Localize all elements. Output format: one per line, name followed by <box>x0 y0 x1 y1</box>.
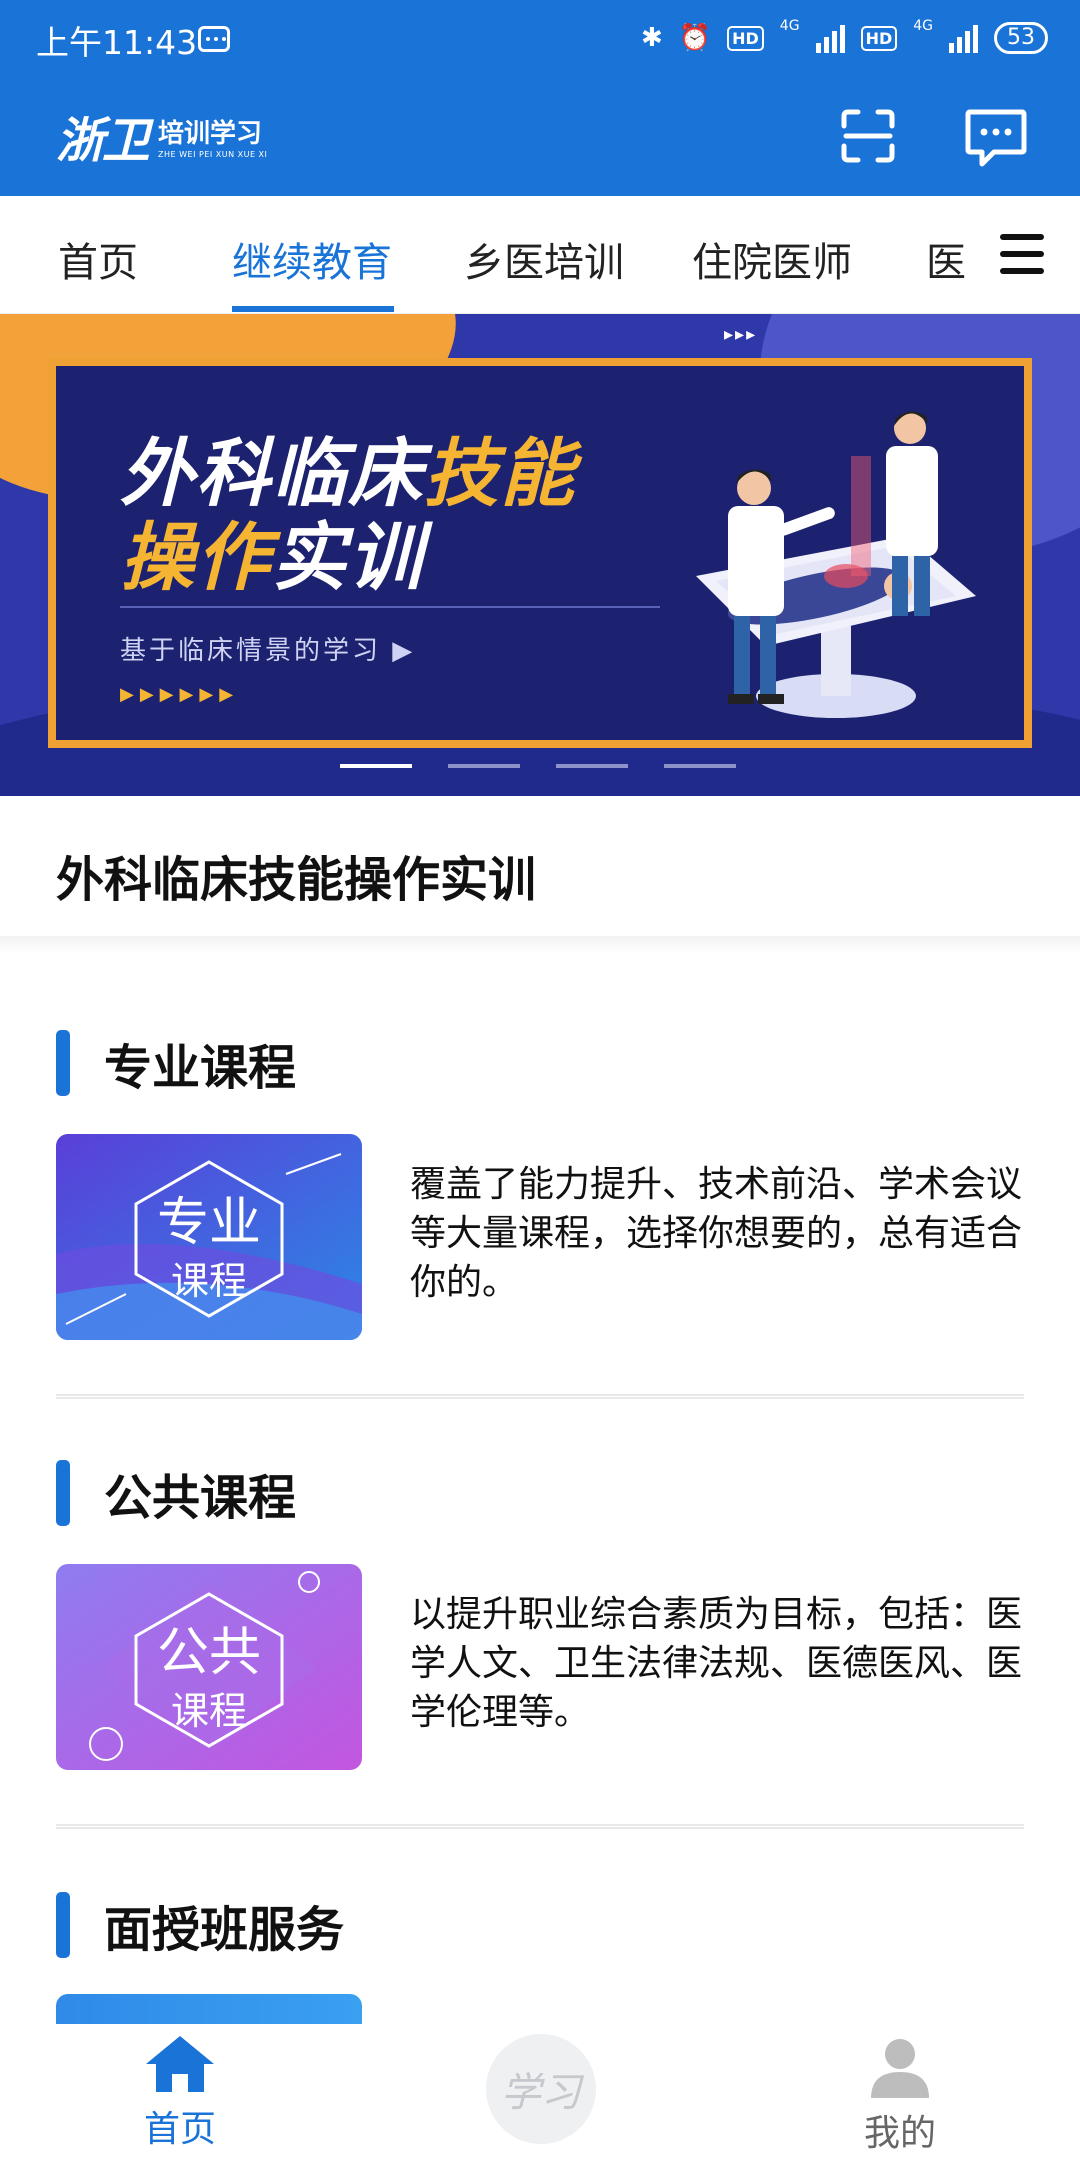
video-camera-icon: ▶ <box>392 636 416 666</box>
public-course-description[interactable]: 以提升职业综合素质为目标，包括：医学人文、卫生法律法规、医德医风、医学伦理等。 <box>410 1590 1030 1737</box>
carousel-dot-4[interactable] <box>664 764 736 768</box>
tab-resident-physician[interactable]: 住院医师 <box>692 230 852 288</box>
tab-rural-doctor-training[interactable]: 乡医培训 <box>464 230 624 288</box>
nav-mine-label: 我的 <box>863 2113 936 2154</box>
home-icon <box>146 2036 214 2092</box>
tab-continuing-education[interactable]: 继续教育 <box>232 230 392 288</box>
hd-badge-1: HD <box>727 25 764 51</box>
carousel-indicator <box>340 764 736 768</box>
logo-subtitle: ZHE WEI PEI XUN XUE XI <box>158 150 268 159</box>
status-bar: 上午11:43 ✱ ⏰ HD 4G HD 4G 53 <box>0 0 1080 80</box>
carousel-dot-3[interactable] <box>556 764 628 768</box>
user-icon <box>871 2039 929 2098</box>
banner-arrows: ▶▶▶▶▶▶ <box>120 684 240 705</box>
status-icons: ✱ ⏰ HD 4G HD 4G 53 <box>641 18 1048 58</box>
hd-badge-2: HD <box>860 25 898 51</box>
professional-course-thumbnail[interactable]: 专业 课程 <box>56 1134 362 1340</box>
banner-decor-arrows: ▸▸▸ <box>724 324 758 345</box>
section-professional-courses-header: 专业课程 <box>56 1028 296 1098</box>
menu-icon[interactable] <box>1000 234 1044 274</box>
section-divider <box>56 1824 1024 1829</box>
in-person-class-thumbnail[interactable] <box>56 1994 362 2024</box>
logo-title: 培训学习 <box>158 119 263 149</box>
thumb-label-main: 专业 <box>156 1193 261 1253</box>
nav-home-label: 首页 <box>143 2109 216 2150</box>
banner-subtitle: 基于临床情景的学习 ▶ <box>120 636 416 666</box>
battery-icon: 53 <box>994 22 1048 54</box>
section-title: 公共课程 <box>104 1470 297 1526</box>
carousel-dot-1[interactable] <box>340 764 412 768</box>
section-divider <box>56 1394 1024 1399</box>
public-course-thumbnail[interactable]: 公共 课程 <box>56 1564 362 1770</box>
thumb-label-main: 公共 <box>156 1623 261 1683</box>
active-tab-indicator <box>232 306 394 312</box>
message-notification-icon <box>198 26 230 52</box>
nav-home[interactable]: 首页 <box>130 2024 230 2152</box>
message-icon[interactable] <box>964 108 1028 168</box>
section-title: 面授班服务 <box>104 1902 345 1958</box>
banner-title-line2: 操作实训 <box>120 515 424 601</box>
bluetooth-icon: ✱ <box>640 23 663 53</box>
banner-carousel[interactable]: ▸▸▸ 外科临床技能 操作实训 基于临床情景的学习 ▶ ▶▶▶▶▶▶ <box>0 314 1080 796</box>
thumb-label-sub: 课程 <box>170 1259 247 1303</box>
doctor-illustration <box>696 411 976 718</box>
signal-icon-2 <box>949 23 978 53</box>
section-public-courses-header: 公共课程 <box>56 1458 296 1528</box>
network-type-1: 4G <box>779 18 800 34</box>
banner-course-title[interactable]: 外科临床技能操作实训 <box>56 840 536 910</box>
status-time: 上午11:43 <box>36 23 198 62</box>
banner-frame: 外科临床技能 操作实训 基于临床情景的学习 ▶ ▶▶▶▶▶▶ <box>48 358 1032 748</box>
thumb-label-sub: 课程 <box>170 1689 247 1733</box>
carousel-dot-2[interactable] <box>448 764 520 768</box>
logo-mark: 浙卫 <box>56 113 150 169</box>
network-type-2: 4G <box>913 18 933 34</box>
app-header: 上午11:43 ✱ ⏰ HD 4G HD 4G 53 浙卫 培训学习 ZHE W… <box>0 0 1080 196</box>
tab-more-partial[interactable]: 医 <box>926 230 966 288</box>
tab-home[interactable]: 首页 <box>58 230 138 288</box>
category-tabs: 首页 继续教育 乡医培训 住院医师 医 <box>0 196 1080 314</box>
signal-icon <box>815 23 845 53</box>
scan-icon[interactable] <box>840 108 896 164</box>
nav-mine[interactable]: 我的 <box>850 2024 950 2156</box>
bottom-navigation: 首页 学习 我的 <box>0 2024 1080 2160</box>
nav-study-label: 学习 <box>501 2070 581 2116</box>
section-in-person-class-header: 面授班服务 <box>56 1890 344 1960</box>
alarm-icon: ⏰ <box>678 23 712 53</box>
nav-study[interactable]: 学习 <box>486 2034 596 2144</box>
app-logo: 浙卫 培训学习 ZHE WEI PEI XUN XUE XI <box>56 104 268 169</box>
professional-course-description[interactable]: 覆盖了能力提升、技术前沿、学术会议等大量课程，选择你想要的，总有适合你的。 <box>410 1160 1030 1307</box>
section-title: 专业课程 <box>104 1040 297 1096</box>
